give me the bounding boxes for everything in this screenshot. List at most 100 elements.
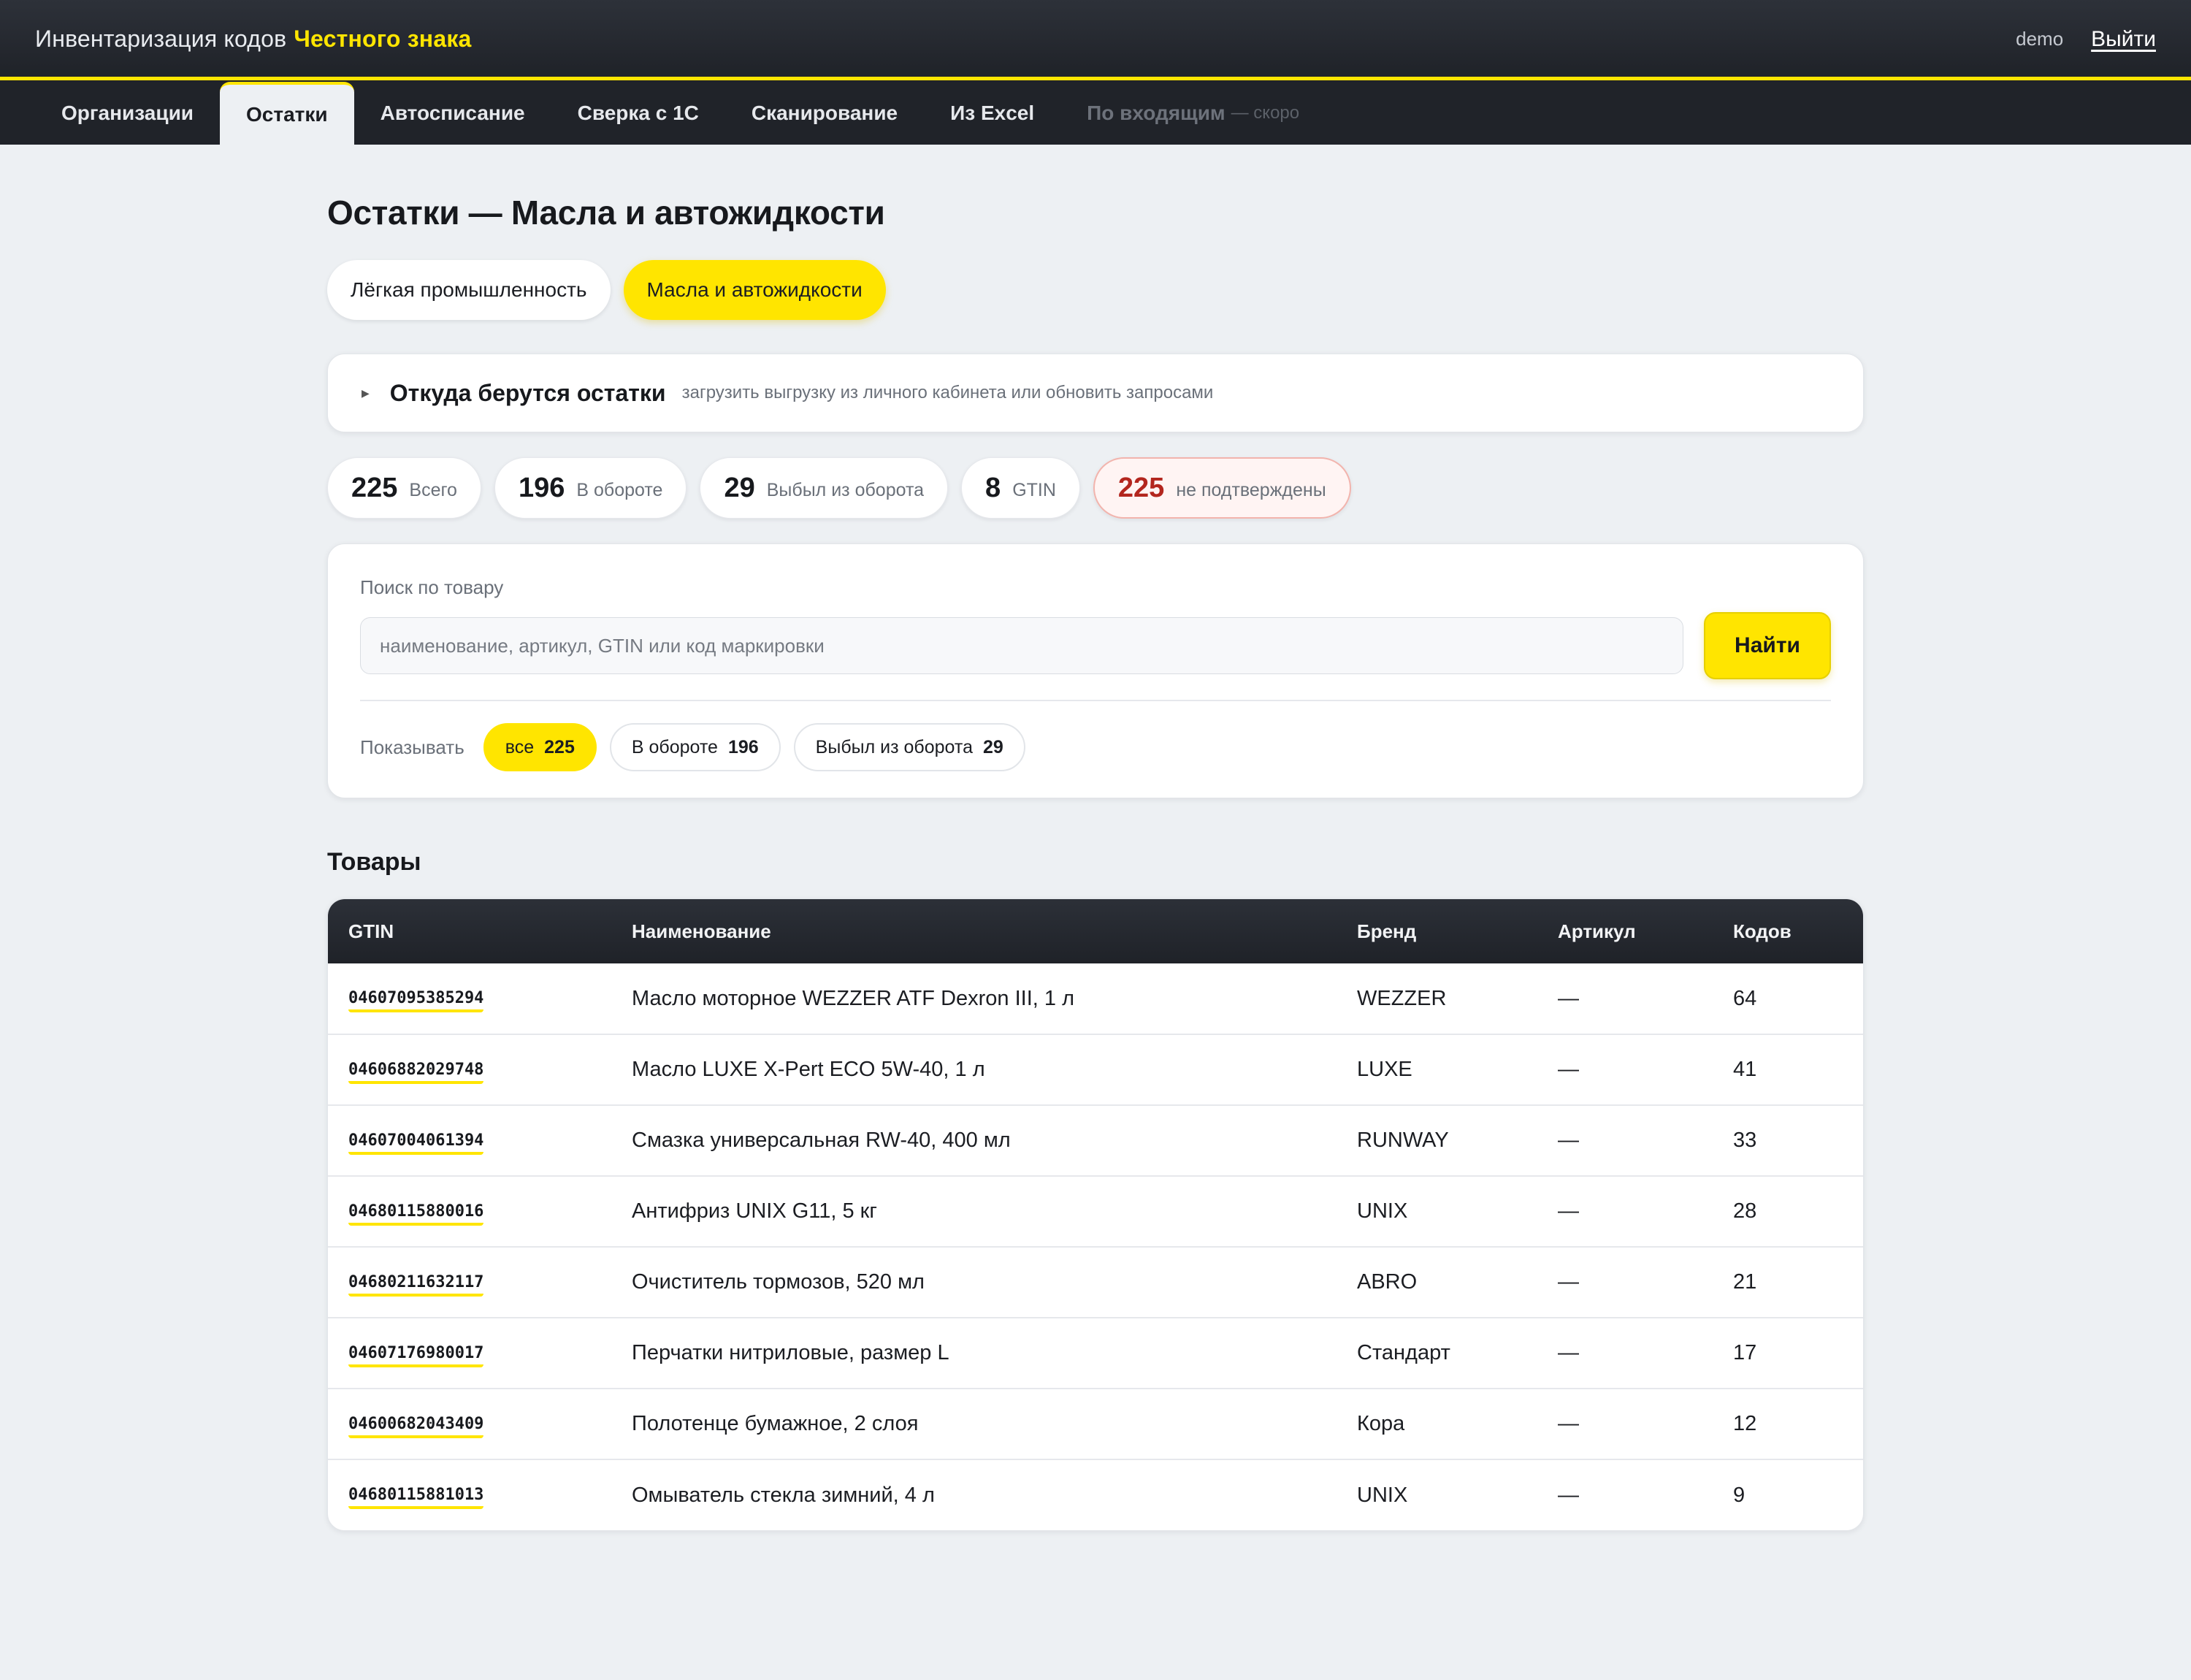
product-name: Масло моторное WEZZER ATF Dexron III, 1 … bbox=[632, 986, 1075, 1010]
product-name: Омыватель стекла зимний, 4 л bbox=[632, 1483, 935, 1507]
tab-label: Из Excel bbox=[950, 102, 1035, 124]
column-header-gtin: GTIN bbox=[348, 920, 394, 942]
product-name: Полотенце бумажное, 2 слоя bbox=[632, 1412, 919, 1435]
tab-label: Автосписание bbox=[380, 102, 525, 124]
gtin-link[interactable]: 04607176980017 bbox=[348, 1344, 484, 1367]
table-row[interactable]: 04680211632117 Очиститель тормозов, 520 … bbox=[328, 1247, 1863, 1318]
product-article: — bbox=[1558, 1129, 1579, 1152]
product-codes-count: 12 bbox=[1733, 1412, 1757, 1435]
search-panel: Поиск по товару Найти Показывать все 225… bbox=[327, 543, 1864, 798]
product-name: Масло LUXE X-Pert ECO 5W-40, 1 л bbox=[632, 1058, 985, 1081]
product-codes-count: 17 bbox=[1733, 1341, 1757, 1364]
filter-withdrawn[interactable]: Выбыл из оборота 29 bbox=[793, 723, 1025, 771]
tab-label: Остатки bbox=[246, 103, 328, 126]
product-name: Очиститель тормозов, 520 мл bbox=[632, 1270, 925, 1294]
stat-total: 225 Всего bbox=[327, 457, 481, 519]
product-name: Смазка универсальная RW-40, 400 мл bbox=[632, 1129, 1011, 1152]
column-header-codes: Кодов bbox=[1733, 920, 1792, 942]
gtin-link[interactable]: 04607004061394 bbox=[348, 1131, 484, 1155]
product-article: — bbox=[1558, 986, 1579, 1010]
stat-value: 225 bbox=[1117, 472, 1165, 503]
product-codes-count: 64 bbox=[1733, 986, 1757, 1010]
tab-scanning[interactable]: Сканирование bbox=[725, 82, 924, 145]
product-name: Антифриз UNIX G11, 5 кг bbox=[632, 1199, 877, 1223]
stat-label: не подтверждены bbox=[1176, 479, 1326, 500]
logout-link[interactable]: Выйти bbox=[2091, 27, 2156, 52]
product-brand: WEZZER bbox=[1357, 986, 1447, 1010]
search-label: Поиск по товару bbox=[360, 576, 504, 598]
stat-label: Выбыл из оборота bbox=[766, 479, 925, 500]
column-header-brand: Бренд bbox=[1357, 920, 1417, 942]
table-row[interactable]: 04607095385294 Масло моторное WEZZER ATF… bbox=[328, 963, 1863, 1034]
stock-source-panel[interactable]: ▶ Откуда берутся остатки загрузить выгру… bbox=[327, 354, 1864, 432]
category-light-industry[interactable]: Лёгкая промышленность bbox=[327, 260, 611, 320]
gtin-link[interactable]: 04606882029748 bbox=[348, 1061, 484, 1084]
table-row[interactable]: 04607004061394 Смазка универсальная RW-4… bbox=[328, 1105, 1863, 1176]
column-header-article: Артикул bbox=[1558, 920, 1636, 942]
app-header: Инвентаризация кодов Честного знака demo … bbox=[0, 0, 2191, 78]
filter-in-circulation[interactable]: В обороте 196 bbox=[609, 723, 781, 771]
gtin-link[interactable]: 04600682043409 bbox=[348, 1415, 484, 1438]
stat-value: 196 bbox=[518, 472, 565, 503]
tab-soon-note: — скоро bbox=[1231, 103, 1300, 123]
table-row[interactable]: 04680115881013 Омыватель стекла зимний, … bbox=[328, 1459, 1863, 1530]
gtin-link[interactable]: 04680211632117 bbox=[348, 1273, 484, 1297]
table-row[interactable]: 04600682043409 Полотенце бумажное, 2 сло… bbox=[328, 1389, 1863, 1459]
tab-stock[interactable]: Остатки bbox=[220, 82, 354, 145]
product-brand: UNIX bbox=[1357, 1199, 1408, 1223]
divider bbox=[360, 700, 1831, 701]
search-input[interactable] bbox=[360, 617, 1683, 674]
stat-withdrawn: 29 Выбыл из оборота bbox=[700, 457, 949, 519]
gtin-link[interactable]: 04680115880016 bbox=[348, 1202, 484, 1226]
stat-label: В обороте bbox=[576, 479, 663, 500]
tab-auto-writeoff[interactable]: Автосписание bbox=[354, 82, 551, 145]
app-title: Инвентаризация кодов Честного знака bbox=[35, 26, 472, 53]
product-name: Перчатки нитриловые, размер L bbox=[632, 1341, 949, 1364]
product-brand: LUXE bbox=[1357, 1058, 1412, 1081]
tab-label: Сверка с 1С bbox=[577, 102, 699, 124]
tab-reconcile-1c[interactable]: Сверка с 1С bbox=[551, 82, 725, 145]
stat-label: GTIN bbox=[1012, 479, 1056, 500]
table-row[interactable]: 04607176980017 Перчатки нитриловые, разм… bbox=[328, 1318, 1863, 1389]
stock-source-hint: загрузить выгрузку из личного кабинета и… bbox=[681, 383, 1214, 402]
stat-gtin: 8 GTIN bbox=[961, 457, 1080, 519]
tab-organizations[interactable]: Организации bbox=[35, 82, 220, 145]
product-article: — bbox=[1558, 1199, 1579, 1223]
product-brand: UNIX bbox=[1357, 1483, 1408, 1507]
main-nav: Организации Остатки Автосписание Сверка … bbox=[0, 80, 2191, 145]
product-brand: Стандарт bbox=[1357, 1341, 1450, 1364]
products-table-card: GTIN Наименование Бренд Артикул Кодов 04… bbox=[327, 898, 1864, 1531]
find-button[interactable]: Найти bbox=[1704, 612, 1831, 679]
gtin-link[interactable]: 04607095385294 bbox=[348, 989, 484, 1012]
stat-value: 29 bbox=[724, 472, 755, 503]
stock-source-title: Откуда берутся остатки bbox=[389, 379, 666, 406]
table-row[interactable]: 04606882029748 Масло LUXE X-Pert ECO 5W-… bbox=[328, 1034, 1863, 1105]
product-codes-count: 41 bbox=[1733, 1058, 1757, 1081]
app-title-prefix: Инвентаризация кодов bbox=[35, 26, 287, 52]
stat-in-circulation: 196 В обороте bbox=[494, 457, 687, 519]
product-brand: RUNWAY bbox=[1357, 1129, 1449, 1152]
tab-from-excel[interactable]: Из Excel bbox=[924, 82, 1060, 145]
filter-chip-label: Выбыл из оборота bbox=[815, 736, 973, 757]
filter-chip-label: В обороте bbox=[631, 736, 718, 757]
filter-label: Показывать bbox=[360, 736, 464, 758]
app-title-brand: Честного знака bbox=[294, 26, 472, 52]
stats-row: 225 Всего 196 В обороте 29 Выбыл из обор… bbox=[327, 457, 1864, 519]
filter-chip-count: 29 bbox=[982, 736, 1003, 757]
table-row[interactable]: 04680115880016 Антифриз UNIX G11, 5 кг U… bbox=[328, 1176, 1863, 1247]
user-area: demo Выйти bbox=[2016, 27, 2156, 52]
category-oils-fluids[interactable]: Масла и автожидкости bbox=[623, 260, 886, 320]
product-article: — bbox=[1558, 1058, 1579, 1081]
product-article: — bbox=[1558, 1483, 1579, 1507]
product-brand: Кора bbox=[1357, 1412, 1405, 1435]
main-content: Остатки — Масла и автожидкости Лёгкая пр… bbox=[327, 145, 1864, 1531]
gtin-link[interactable]: 04680115881013 bbox=[348, 1486, 484, 1509]
column-header-name: Наименование bbox=[632, 920, 771, 942]
tab-label: По входящим bbox=[1087, 102, 1225, 124]
search-row: Найти bbox=[360, 612, 1831, 679]
page-title: Остатки — Масла и автожидкости bbox=[327, 194, 885, 232]
filter-all[interactable]: все 225 bbox=[483, 723, 597, 771]
stat-unconfirmed: 225 не подтверждены bbox=[1093, 457, 1351, 519]
products-heading: Товары bbox=[327, 848, 421, 876]
table-header-row: GTIN Наименование Бренд Артикул Кодов bbox=[328, 899, 1863, 963]
